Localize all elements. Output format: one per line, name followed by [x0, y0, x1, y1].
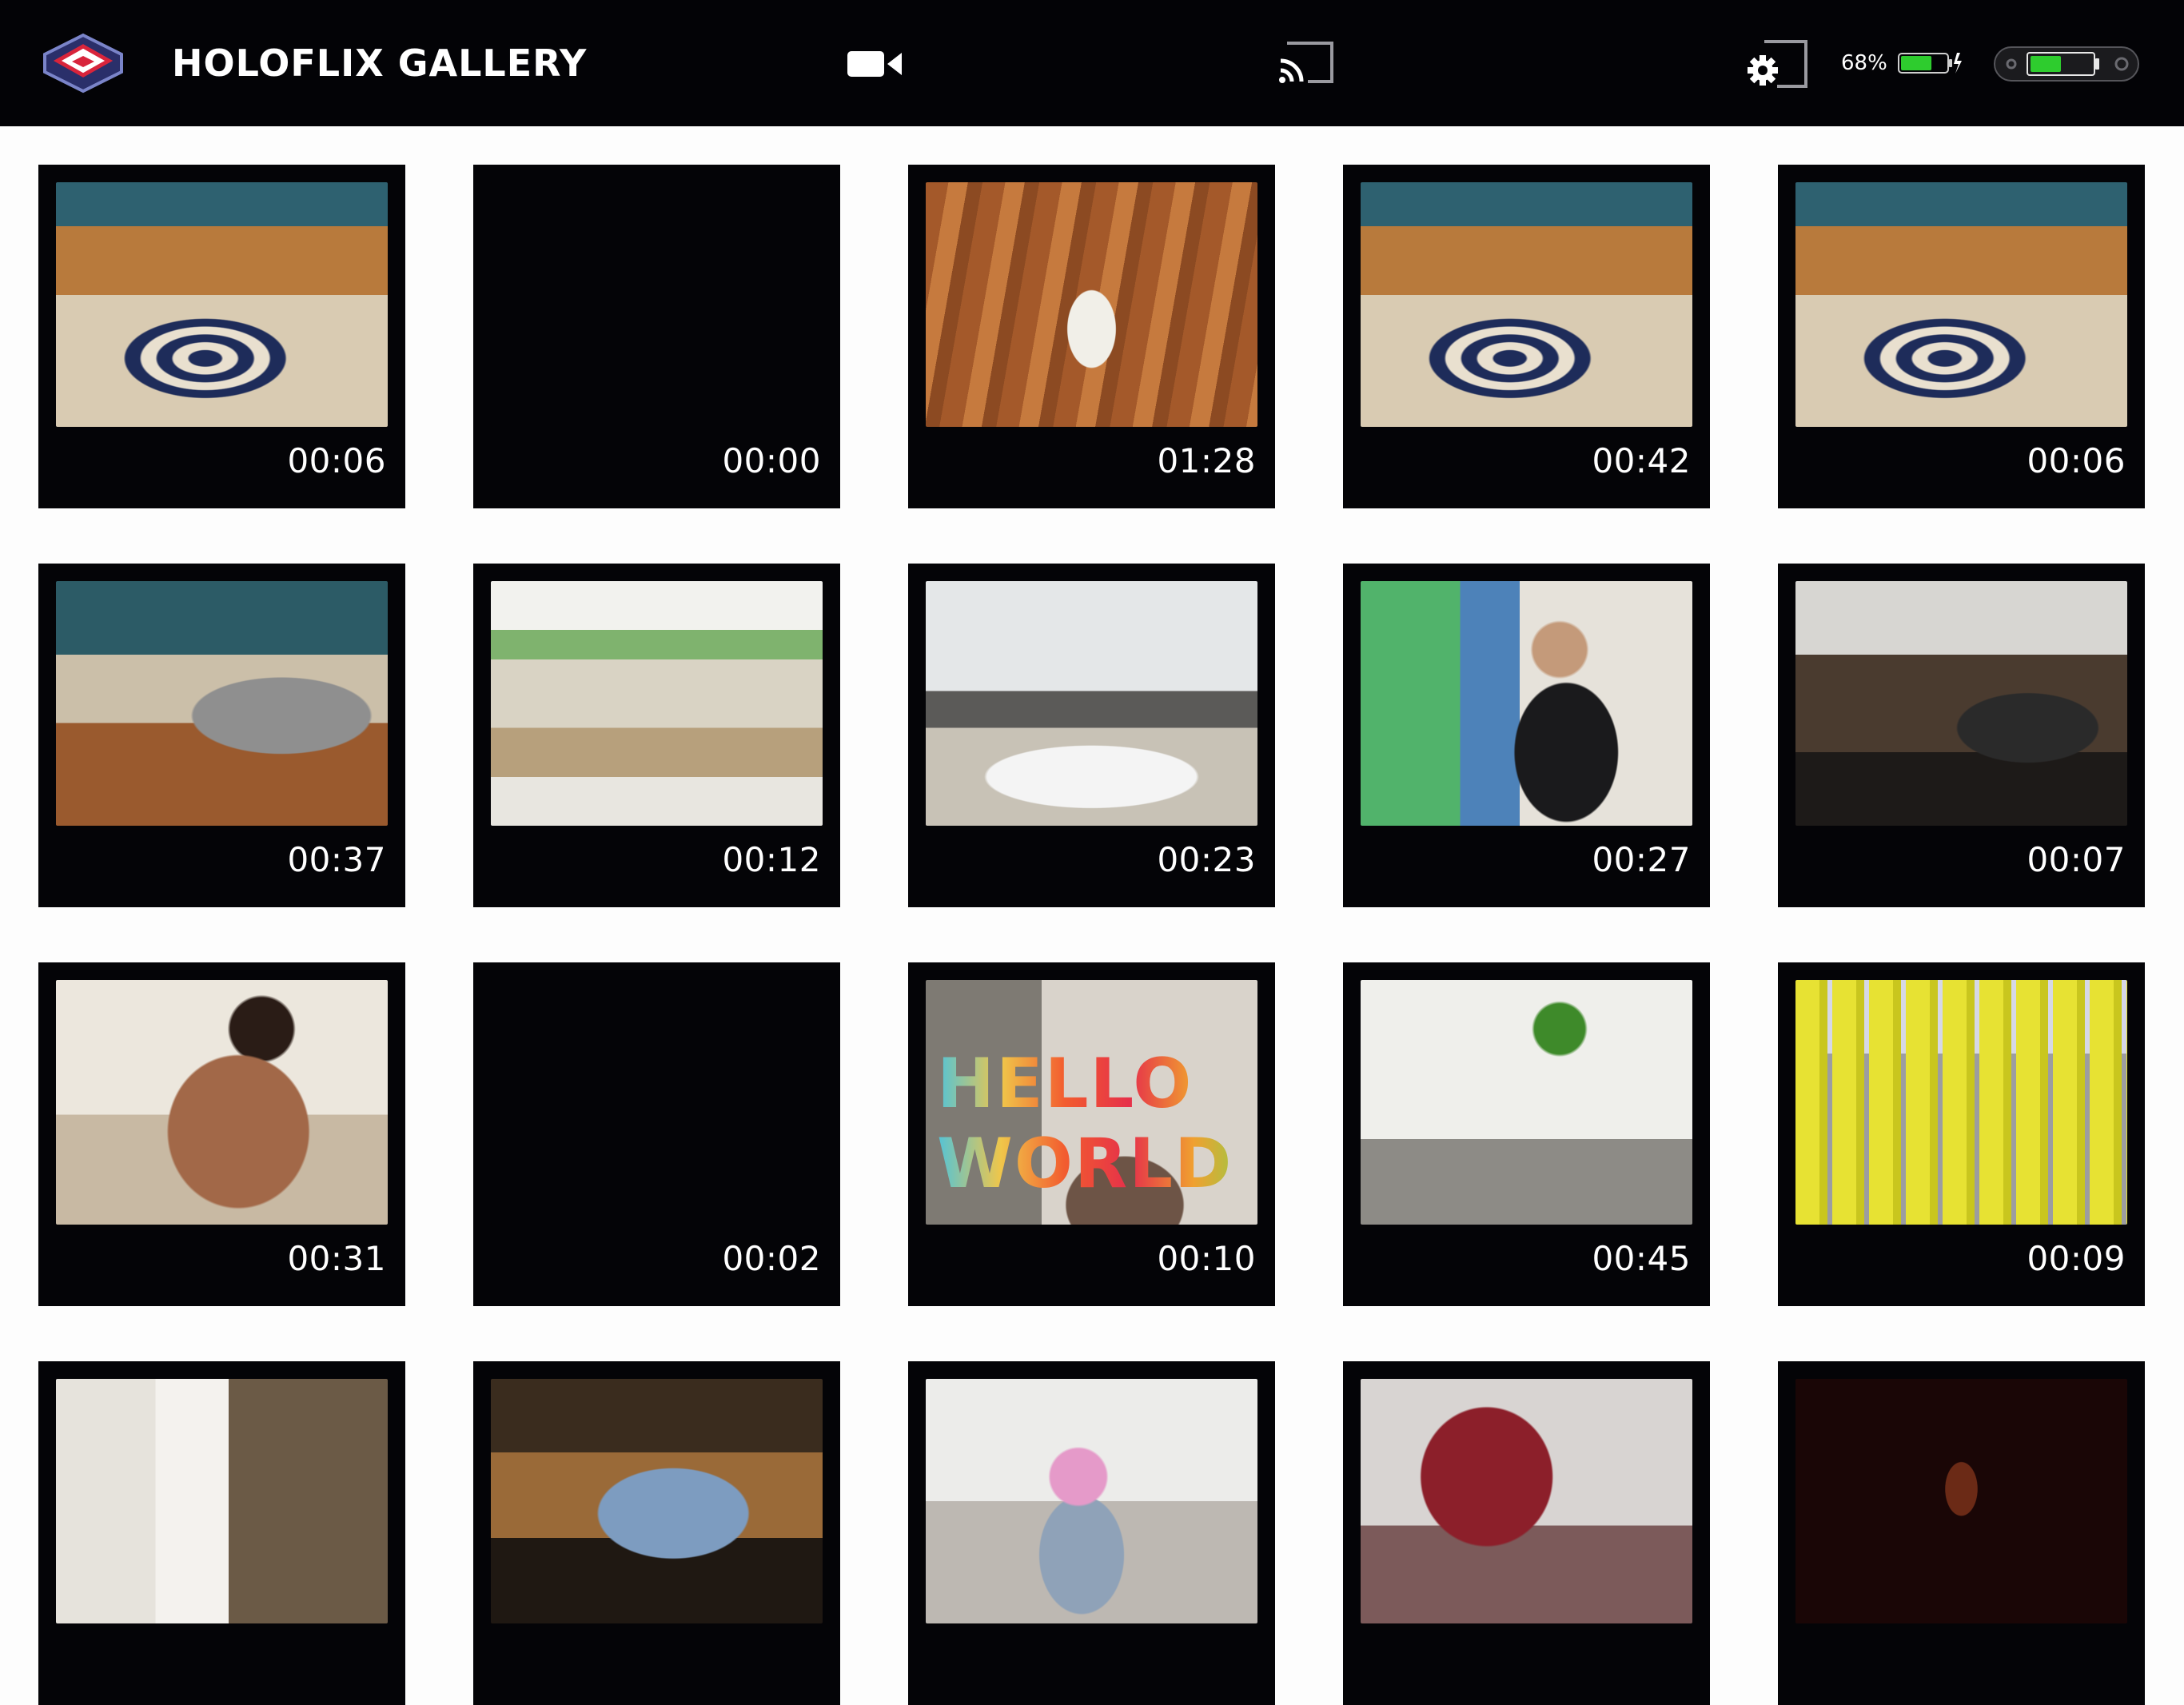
video-thumbnail — [56, 581, 388, 826]
video-thumbnail — [1361, 1379, 1692, 1623]
video-thumbnail — [1361, 980, 1692, 1225]
video-tile[interactable] — [1343, 1361, 1710, 1705]
video-thumbnail — [491, 980, 823, 1225]
video-thumbnail — [1795, 1379, 2127, 1623]
video-tile[interactable]: 00:37 — [38, 564, 405, 907]
video-tile[interactable]: 00:09 — [1778, 962, 2145, 1306]
video-duration: 00:06 — [2027, 441, 2126, 480]
video-tile[interactable]: 00:31 — [38, 962, 405, 1306]
app-title: HOLOFLIX GALLERY — [172, 42, 588, 85]
video-duration: 00:45 — [1592, 1239, 1691, 1278]
cast-icon[interactable] — [1276, 40, 1337, 86]
video-duration: 00:23 — [1157, 840, 1256, 879]
video-duration: 00:31 — [287, 1239, 386, 1278]
video-duration: 00:27 — [1592, 840, 1691, 879]
video-tile[interactable]: 00:06 — [38, 165, 405, 508]
video-tile[interactable]: 00:00 — [473, 165, 840, 508]
video-duration: 00:07 — [2027, 840, 2126, 879]
video-thumbnail — [56, 182, 388, 427]
video-thumbnail — [926, 182, 1257, 427]
video-thumbnail — [491, 581, 823, 826]
video-thumbnail — [1795, 581, 2127, 826]
video-thumbnail — [1795, 980, 2127, 1225]
video-thumbnail — [926, 1379, 1257, 1623]
battery-icon — [1898, 53, 1962, 74]
video-thumbnail — [56, 980, 388, 1225]
top-bar: HOLOFLIX GALLERY 68% — [0, 0, 2184, 126]
video-tile[interactable]: 00:23 — [908, 564, 1275, 907]
video-tile[interactable] — [1778, 1361, 2145, 1705]
video-thumbnail — [926, 581, 1257, 826]
video-thumbnail: HELLO WORLD — [926, 980, 1257, 1225]
battery-percent: 68% — [1841, 51, 1887, 75]
video-tile[interactable]: 00:06 — [1778, 165, 2145, 508]
video-duration: 00:00 — [722, 441, 821, 480]
video-duration: 00:42 — [1592, 441, 1691, 480]
video-tile[interactable] — [473, 1361, 840, 1705]
video-thumbnail — [491, 1379, 823, 1623]
video-tile[interactable] — [38, 1361, 405, 1705]
video-duration: 01:28 — [1157, 441, 1256, 480]
gear-icon[interactable] — [1745, 38, 1809, 90]
video-duration: 00:37 — [287, 840, 386, 879]
video-thumbnail — [491, 182, 823, 427]
video-tile[interactable]: 00:42 — [1343, 165, 1710, 508]
video-duration: 00:09 — [2027, 1239, 2126, 1278]
video-duration: 00:06 — [287, 441, 386, 480]
video-tile[interactable]: 00:27 — [1343, 564, 1710, 907]
video-tile[interactable]: HELLO WORLD 00:10 — [908, 962, 1275, 1306]
video-tile[interactable] — [908, 1361, 1275, 1705]
video-tile[interactable]: 00:07 — [1778, 564, 2145, 907]
video-thumbnail — [1361, 182, 1692, 427]
video-gallery-grid: 00:06 00:00 01:28 00:42 00:06 00:37 00:12 00:23… — [38, 165, 2145, 1705]
thumbnail-overlay-text: HELLO WORLD — [937, 1044, 1257, 1204]
video-thumbnail — [56, 1379, 388, 1623]
video-duration: 00:02 — [722, 1239, 821, 1278]
holoflix-logo-icon[interactable] — [42, 32, 125, 94]
video-tile[interactable]: 01:28 — [908, 165, 1275, 508]
video-duration: 00:12 — [722, 840, 821, 879]
video-tile[interactable]: 00:45 — [1343, 962, 1710, 1306]
device-battery-indicator — [1994, 46, 2139, 82]
video-tile[interactable]: 00:12 — [473, 564, 840, 907]
video-duration: 00:10 — [1157, 1239, 1256, 1278]
video-thumbnail — [1361, 581, 1692, 826]
video-camera-icon[interactable] — [846, 48, 903, 80]
video-thumbnail — [1795, 182, 2127, 427]
video-tile[interactable]: 00:02 — [473, 962, 840, 1306]
